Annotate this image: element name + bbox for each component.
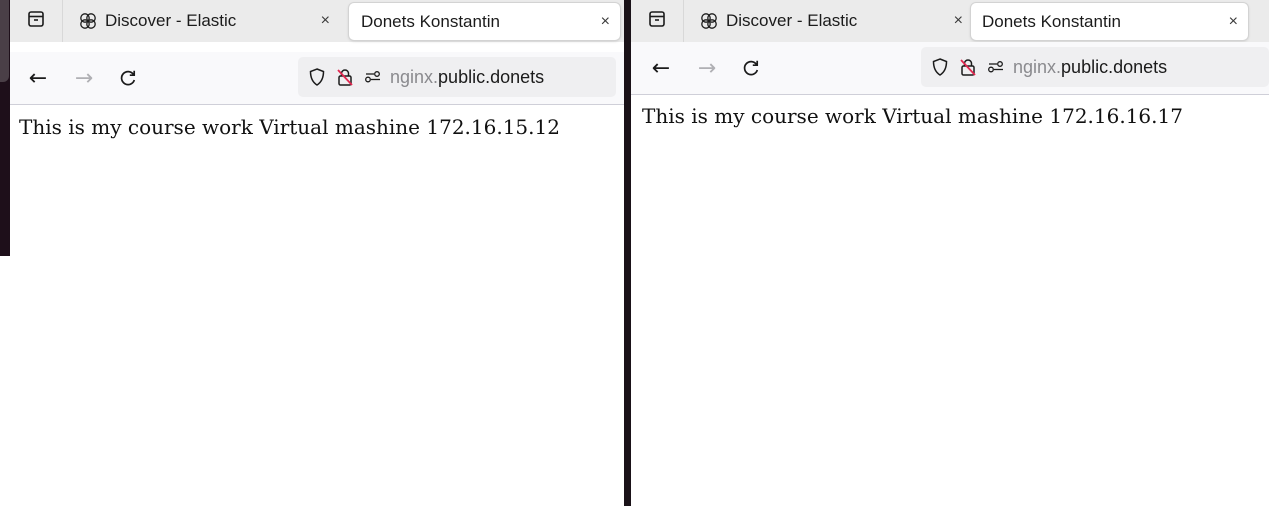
tab-list-icon	[26, 9, 46, 33]
page-body-text: This is my course work Virtual mashine 1…	[19, 115, 560, 139]
navigation-toolbar: ← → nginx.public.donets	[631, 42, 1269, 95]
forward-arrow-icon: →	[74, 65, 94, 91]
tab-discover-elastic[interactable]: Discover - Elastic ×	[699, 0, 963, 42]
close-icon[interactable]: ×	[601, 13, 610, 31]
back-button[interactable]: ←	[22, 52, 54, 104]
tab-bar: Discover - Elastic × Donets Konstantin ×	[0, 0, 624, 42]
browser-window-left: Discover - Elastic × Donets Konstantin ×…	[0, 0, 624, 506]
address-bar[interactable]: nginx.public.donets	[298, 57, 616, 97]
tab-label: Donets Konstantin	[361, 11, 500, 31]
tab-list-icon	[647, 9, 667, 33]
close-icon[interactable]: ×	[321, 12, 330, 30]
insecure-connection-icon[interactable]	[334, 66, 356, 88]
back-arrow-icon: ←	[651, 55, 671, 81]
elastic-icon	[78, 11, 98, 31]
tab-label: Discover - Elastic	[726, 11, 858, 30]
desktop-dock-edge	[0, 0, 9, 82]
elastic-icon	[699, 11, 719, 31]
close-icon[interactable]: ×	[954, 12, 963, 30]
site-permissions-icon[interactable]	[985, 56, 1007, 78]
address-bar[interactable]: nginx.public.donets	[921, 47, 1269, 87]
tab-label: Discover - Elastic	[105, 11, 237, 30]
close-icon[interactable]: ×	[1229, 13, 1238, 31]
desktop-background	[0, 0, 10, 256]
forward-arrow-icon: →	[697, 55, 717, 81]
tab-bar: Discover - Elastic × Donets Konstantin ×	[631, 0, 1269, 42]
tab-list-button[interactable]	[10, 0, 63, 42]
back-button[interactable]: ←	[645, 42, 677, 94]
reload-button[interactable]	[735, 42, 767, 94]
reload-icon	[120, 70, 136, 86]
page-content: This is my course work Virtual mashine 1…	[631, 95, 1269, 506]
reload-button[interactable]	[112, 52, 144, 104]
tracking-protection-icon[interactable]	[929, 56, 951, 78]
forward-button[interactable]: →	[691, 42, 723, 94]
reload-icon	[743, 60, 759, 76]
window-divider	[624, 0, 631, 506]
page-content: This is my course work Virtual mashine 1…	[0, 105, 624, 506]
tracking-protection-icon[interactable]	[306, 66, 328, 88]
back-arrow-icon: ←	[28, 65, 48, 91]
forward-button[interactable]: →	[68, 52, 100, 104]
navigation-toolbar: ← → nginx.public.donets	[0, 52, 624, 105]
site-permissions-icon[interactable]	[362, 66, 384, 88]
tab-discover-elastic[interactable]: Discover - Elastic ×	[78, 0, 340, 42]
page-body-text: This is my course work Virtual mashine 1…	[642, 104, 1183, 128]
insecure-connection-icon[interactable]	[957, 56, 979, 78]
tab-donets-konstantin[interactable]: Donets Konstantin ×	[349, 3, 620, 40]
tab-list-button[interactable]	[631, 0, 684, 42]
url-text: nginx.public.donets	[1013, 56, 1168, 77]
url-text: nginx.public.donets	[390, 66, 545, 87]
tab-label: Donets Konstantin	[982, 11, 1121, 31]
tab-donets-konstantin[interactable]: Donets Konstantin ×	[971, 3, 1248, 40]
browser-window-right: Discover - Elastic × Donets Konstantin ×…	[631, 0, 1269, 506]
